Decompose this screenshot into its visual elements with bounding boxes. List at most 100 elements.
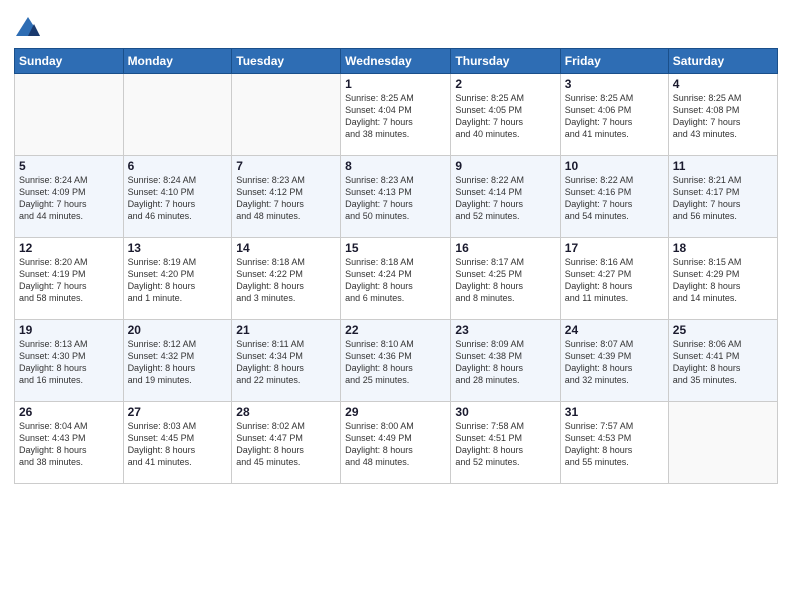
day-cell-15: 15Sunrise: 8:18 AM Sunset: 4:24 PM Dayli… xyxy=(341,238,451,320)
day-cell-25: 25Sunrise: 8:06 AM Sunset: 4:41 PM Dayli… xyxy=(668,320,777,402)
day-cell-16: 16Sunrise: 8:17 AM Sunset: 4:25 PM Dayli… xyxy=(451,238,560,320)
week-row-0: 1Sunrise: 8:25 AM Sunset: 4:04 PM Daylig… xyxy=(15,74,778,156)
day-number: 13 xyxy=(128,241,228,255)
header-thursday: Thursday xyxy=(451,49,560,74)
day-cell-12: 12Sunrise: 8:20 AM Sunset: 4:19 PM Dayli… xyxy=(15,238,124,320)
day-cell-26: 26Sunrise: 8:04 AM Sunset: 4:43 PM Dayli… xyxy=(15,402,124,484)
day-cell-19: 19Sunrise: 8:13 AM Sunset: 4:30 PM Dayli… xyxy=(15,320,124,402)
logo-icon xyxy=(14,14,42,42)
day-cell-30: 30Sunrise: 7:58 AM Sunset: 4:51 PM Dayli… xyxy=(451,402,560,484)
day-cell-28: 28Sunrise: 8:02 AM Sunset: 4:47 PM Dayli… xyxy=(232,402,341,484)
day-number: 15 xyxy=(345,241,446,255)
day-cell-10: 10Sunrise: 8:22 AM Sunset: 4:16 PM Dayli… xyxy=(560,156,668,238)
day-number: 9 xyxy=(455,159,555,173)
week-row-4: 26Sunrise: 8:04 AM Sunset: 4:43 PM Dayli… xyxy=(15,402,778,484)
day-cell-21: 21Sunrise: 8:11 AM Sunset: 4:34 PM Dayli… xyxy=(232,320,341,402)
day-cell-14: 14Sunrise: 8:18 AM Sunset: 4:22 PM Dayli… xyxy=(232,238,341,320)
day-cell-24: 24Sunrise: 8:07 AM Sunset: 4:39 PM Dayli… xyxy=(560,320,668,402)
day-info: Sunrise: 8:00 AM Sunset: 4:49 PM Dayligh… xyxy=(345,420,446,469)
empty-cell xyxy=(668,402,777,484)
day-number: 16 xyxy=(455,241,555,255)
day-info: Sunrise: 7:58 AM Sunset: 4:51 PM Dayligh… xyxy=(455,420,555,469)
day-info: Sunrise: 8:06 AM Sunset: 4:41 PM Dayligh… xyxy=(673,338,773,387)
day-info: Sunrise: 8:25 AM Sunset: 4:05 PM Dayligh… xyxy=(455,92,555,141)
day-cell-8: 8Sunrise: 8:23 AM Sunset: 4:13 PM Daylig… xyxy=(341,156,451,238)
day-cell-11: 11Sunrise: 8:21 AM Sunset: 4:17 PM Dayli… xyxy=(668,156,777,238)
header-friday: Friday xyxy=(560,49,668,74)
day-cell-31: 31Sunrise: 7:57 AM Sunset: 4:53 PM Dayli… xyxy=(560,402,668,484)
day-info: Sunrise: 8:25 AM Sunset: 4:04 PM Dayligh… xyxy=(345,92,446,141)
calendar-header-row: SundayMondayTuesdayWednesdayThursdayFrid… xyxy=(15,49,778,74)
day-number: 3 xyxy=(565,77,664,91)
day-number: 8 xyxy=(345,159,446,173)
page: SundayMondayTuesdayWednesdayThursdayFrid… xyxy=(0,0,792,612)
day-cell-13: 13Sunrise: 8:19 AM Sunset: 4:20 PM Dayli… xyxy=(123,238,232,320)
day-cell-6: 6Sunrise: 8:24 AM Sunset: 4:10 PM Daylig… xyxy=(123,156,232,238)
day-cell-3: 3Sunrise: 8:25 AM Sunset: 4:06 PM Daylig… xyxy=(560,74,668,156)
day-info: Sunrise: 8:13 AM Sunset: 4:30 PM Dayligh… xyxy=(19,338,119,387)
day-cell-4: 4Sunrise: 8:25 AM Sunset: 4:08 PM Daylig… xyxy=(668,74,777,156)
day-info: Sunrise: 8:15 AM Sunset: 4:29 PM Dayligh… xyxy=(673,256,773,305)
day-number: 28 xyxy=(236,405,336,419)
day-info: Sunrise: 8:20 AM Sunset: 4:19 PM Dayligh… xyxy=(19,256,119,305)
header-tuesday: Tuesday xyxy=(232,49,341,74)
day-info: Sunrise: 8:25 AM Sunset: 4:06 PM Dayligh… xyxy=(565,92,664,141)
day-number: 31 xyxy=(565,405,664,419)
header xyxy=(14,10,778,42)
day-info: Sunrise: 8:17 AM Sunset: 4:25 PM Dayligh… xyxy=(455,256,555,305)
day-cell-27: 27Sunrise: 8:03 AM Sunset: 4:45 PM Dayli… xyxy=(123,402,232,484)
day-number: 11 xyxy=(673,159,773,173)
day-info: Sunrise: 8:22 AM Sunset: 4:14 PM Dayligh… xyxy=(455,174,555,223)
day-cell-22: 22Sunrise: 8:10 AM Sunset: 4:36 PM Dayli… xyxy=(341,320,451,402)
day-number: 7 xyxy=(236,159,336,173)
day-cell-23: 23Sunrise: 8:09 AM Sunset: 4:38 PM Dayli… xyxy=(451,320,560,402)
header-wednesday: Wednesday xyxy=(341,49,451,74)
day-number: 4 xyxy=(673,77,773,91)
logo xyxy=(14,14,46,42)
day-number: 21 xyxy=(236,323,336,337)
empty-cell xyxy=(15,74,124,156)
day-cell-20: 20Sunrise: 8:12 AM Sunset: 4:32 PM Dayli… xyxy=(123,320,232,402)
empty-cell xyxy=(232,74,341,156)
day-info: Sunrise: 8:16 AM Sunset: 4:27 PM Dayligh… xyxy=(565,256,664,305)
day-info: Sunrise: 8:10 AM Sunset: 4:36 PM Dayligh… xyxy=(345,338,446,387)
header-monday: Monday xyxy=(123,49,232,74)
day-number: 27 xyxy=(128,405,228,419)
day-info: Sunrise: 8:03 AM Sunset: 4:45 PM Dayligh… xyxy=(128,420,228,469)
day-number: 14 xyxy=(236,241,336,255)
day-number: 1 xyxy=(345,77,446,91)
day-number: 17 xyxy=(565,241,664,255)
day-number: 23 xyxy=(455,323,555,337)
day-number: 24 xyxy=(565,323,664,337)
day-info: Sunrise: 8:19 AM Sunset: 4:20 PM Dayligh… xyxy=(128,256,228,305)
day-number: 6 xyxy=(128,159,228,173)
day-info: Sunrise: 8:22 AM Sunset: 4:16 PM Dayligh… xyxy=(565,174,664,223)
day-info: Sunrise: 8:23 AM Sunset: 4:13 PM Dayligh… xyxy=(345,174,446,223)
day-number: 29 xyxy=(345,405,446,419)
day-info: Sunrise: 8:09 AM Sunset: 4:38 PM Dayligh… xyxy=(455,338,555,387)
day-info: Sunrise: 8:11 AM Sunset: 4:34 PM Dayligh… xyxy=(236,338,336,387)
day-number: 22 xyxy=(345,323,446,337)
week-row-2: 12Sunrise: 8:20 AM Sunset: 4:19 PM Dayli… xyxy=(15,238,778,320)
day-cell-9: 9Sunrise: 8:22 AM Sunset: 4:14 PM Daylig… xyxy=(451,156,560,238)
day-number: 20 xyxy=(128,323,228,337)
day-cell-18: 18Sunrise: 8:15 AM Sunset: 4:29 PM Dayli… xyxy=(668,238,777,320)
day-info: Sunrise: 8:21 AM Sunset: 4:17 PM Dayligh… xyxy=(673,174,773,223)
day-cell-29: 29Sunrise: 8:00 AM Sunset: 4:49 PM Dayli… xyxy=(341,402,451,484)
week-row-3: 19Sunrise: 8:13 AM Sunset: 4:30 PM Dayli… xyxy=(15,320,778,402)
day-info: Sunrise: 8:23 AM Sunset: 4:12 PM Dayligh… xyxy=(236,174,336,223)
day-number: 19 xyxy=(19,323,119,337)
day-number: 2 xyxy=(455,77,555,91)
day-number: 25 xyxy=(673,323,773,337)
day-number: 18 xyxy=(673,241,773,255)
header-saturday: Saturday xyxy=(668,49,777,74)
day-number: 26 xyxy=(19,405,119,419)
day-cell-5: 5Sunrise: 8:24 AM Sunset: 4:09 PM Daylig… xyxy=(15,156,124,238)
day-cell-7: 7Sunrise: 8:23 AM Sunset: 4:12 PM Daylig… xyxy=(232,156,341,238)
day-info: Sunrise: 8:25 AM Sunset: 4:08 PM Dayligh… xyxy=(673,92,773,141)
day-info: Sunrise: 8:24 AM Sunset: 4:10 PM Dayligh… xyxy=(128,174,228,223)
day-info: Sunrise: 8:18 AM Sunset: 4:24 PM Dayligh… xyxy=(345,256,446,305)
day-cell-2: 2Sunrise: 8:25 AM Sunset: 4:05 PM Daylig… xyxy=(451,74,560,156)
day-number: 12 xyxy=(19,241,119,255)
day-info: Sunrise: 8:24 AM Sunset: 4:09 PM Dayligh… xyxy=(19,174,119,223)
